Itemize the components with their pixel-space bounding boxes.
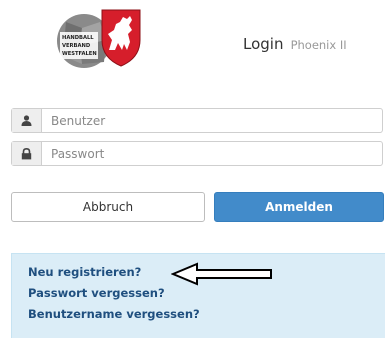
lock-icon	[12, 142, 42, 165]
user-icon	[12, 109, 42, 132]
logo-text-line-3: WESTFALEN	[62, 51, 97, 57]
help-links-panel: Neu registrieren? Passwort vergessen? Be…	[11, 253, 385, 338]
username-input[interactable]	[42, 109, 382, 132]
forgot-username-link[interactable]: Benutzername vergessen?	[28, 307, 200, 321]
login-title: Login Phoenix II	[243, 34, 347, 53]
login-button[interactable]: Anmelden	[214, 192, 384, 222]
username-field[interactable]	[11, 108, 383, 133]
login-heading: Login	[243, 35, 284, 53]
app-name: Phoenix II	[290, 38, 347, 52]
handball-verband-westfalen-logo: HANDBALL VERBAND WESTFALEN	[56, 6, 142, 70]
forgot-password-link[interactable]: Passwort vergessen?	[28, 286, 165, 300]
cancel-button[interactable]: Abbruch	[11, 192, 205, 222]
logo-text-line-1: HANDBALL	[62, 35, 94, 41]
pointing-arrow-icon	[171, 262, 272, 286]
logo-text-line-2: VERBAND	[62, 43, 91, 49]
password-field[interactable]	[11, 141, 383, 166]
password-input[interactable]	[42, 142, 382, 165]
register-link[interactable]: Neu registrieren?	[28, 265, 141, 279]
